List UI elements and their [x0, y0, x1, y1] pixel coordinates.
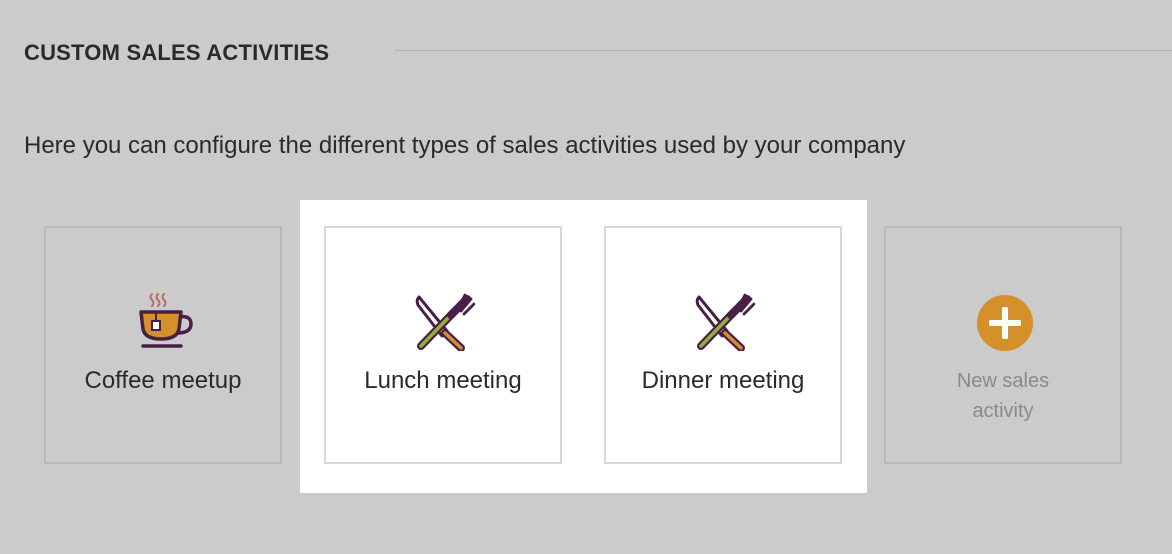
section-description: Here you can configure the different typ…	[24, 132, 906, 159]
fork-knife-icon	[695, 293, 755, 351]
new-activity-label: New sales activity	[956, 370, 1050, 422]
activity-card-dinner-meeting[interactable]: Dinner meeting	[604, 226, 842, 464]
section-header: CUSTOM SALES ACTIVITIES	[24, 38, 1172, 70]
activity-card-lunch-meeting[interactable]: Lunch meeting	[324, 226, 562, 464]
fork-knife-icon	[415, 293, 475, 351]
new-sales-activity-button[interactable]: New sales activity	[884, 226, 1122, 464]
section-divider	[394, 50, 1172, 51]
section-title: CUSTOM SALES ACTIVITIES	[24, 40, 330, 65]
activity-label: Dinner meeting	[641, 367, 805, 394]
activity-card-coffee-meetup[interactable]: Coffee meetup	[44, 226, 282, 464]
coffee-cup-icon	[139, 293, 193, 348]
activity-label: Coffee meetup	[84, 367, 242, 394]
plus-circle-icon	[977, 295, 1033, 351]
activity-label: Lunch meeting	[364, 367, 522, 394]
